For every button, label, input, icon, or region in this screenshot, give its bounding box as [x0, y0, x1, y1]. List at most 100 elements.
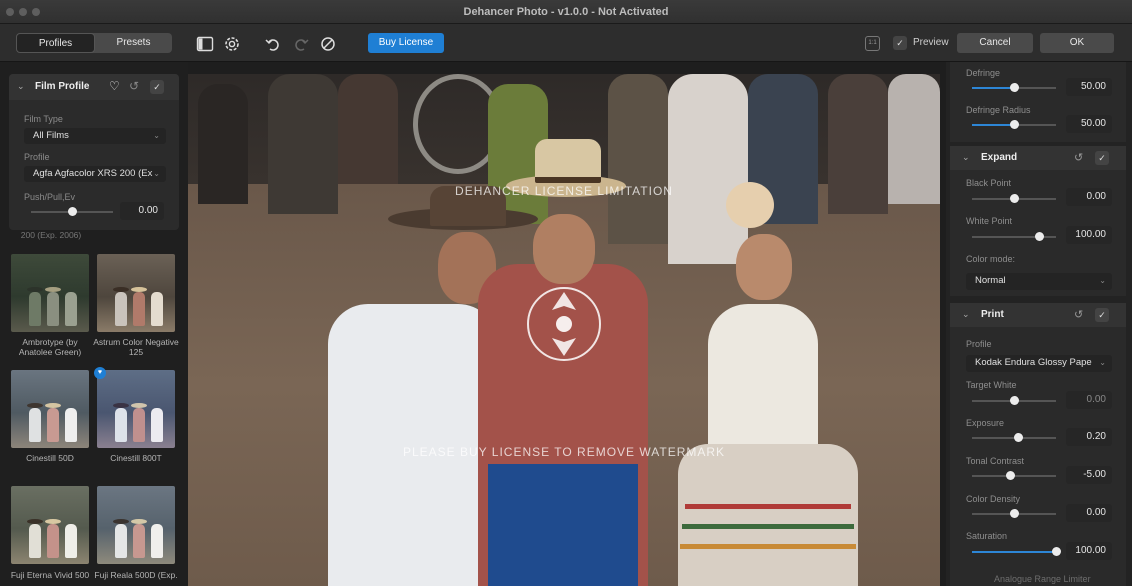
film-type-select[interactable]: All Films ⌄ — [24, 128, 166, 144]
slider-knob[interactable] — [1052, 547, 1061, 556]
reset-icon[interactable]: ↺ — [1074, 308, 1083, 321]
sidebar-toggle-icon[interactable] — [196, 35, 214, 53]
black-point-value[interactable]: 0.00 — [1066, 188, 1112, 206]
slider-knob[interactable] — [1010, 396, 1019, 405]
favorite-heart-icon[interactable]: ♡ — [109, 79, 120, 93]
target-white-value[interactable]: 0.00 — [1066, 391, 1112, 409]
push-pull-value[interactable]: 0.00 — [120, 202, 164, 220]
film-type-label: Film Type — [24, 114, 63, 124]
left-panel: 200 (Exp. 2006) Ambrotype (by Anatolee G… — [0, 62, 188, 586]
black-point-label: Black Point — [966, 178, 1012, 188]
slider-knob[interactable] — [1014, 433, 1024, 442]
film-label: Astrum Color Negative 125 — [93, 337, 179, 357]
chevron-down-icon: ⌄ — [1099, 276, 1106, 285]
film-thumbnail[interactable] — [97, 370, 175, 448]
dehancer-logo-icon — [527, 287, 601, 361]
color-mode-value: Normal — [975, 275, 1006, 286]
reset-all-icon[interactable] — [319, 35, 337, 53]
collapse-chevron-icon[interactable]: ⌄ — [962, 309, 970, 320]
settings-gear-icon[interactable] — [223, 35, 241, 53]
color-mode-label: Color mode: — [966, 254, 1016, 264]
slider-knob[interactable] — [1010, 194, 1019, 203]
color-density-slider[interactable] — [972, 509, 1056, 518]
saturation-value[interactable]: 100.00 — [1066, 542, 1112, 560]
profiles-presets-switch: Profiles Presets — [16, 33, 172, 53]
saturation-slider[interactable] — [972, 547, 1061, 556]
film-label: Fuji Reala 500D (Exp. — [94, 570, 178, 580]
collapse-chevron-icon[interactable]: ⌄ — [17, 81, 25, 92]
undo-icon[interactable] — [264, 35, 282, 53]
reset-icon[interactable]: ↺ — [129, 79, 139, 93]
film-thumbnail[interactable] — [97, 254, 175, 332]
expand-title: Expand — [981, 152, 1018, 163]
white-point-value[interactable]: 100.00 — [1066, 226, 1112, 244]
favorite-badge-icon: ♥ — [94, 367, 106, 379]
preview-checkbox[interactable]: ✓ — [893, 36, 907, 50]
profile-select[interactable]: Agfa Agfacolor XRS 200 (Ex ⌄ — [24, 166, 166, 182]
tonal-contrast-value[interactable]: -5.00 — [1066, 466, 1112, 484]
print-header[interactable]: ⌄ Print ↺ ✓ — [950, 303, 1126, 327]
cancel-button[interactable]: Cancel — [957, 33, 1033, 53]
print-section: Profile Kodak Endura Glossy Pape ⌄ Targe… — [950, 327, 1126, 586]
target-white-slider[interactable] — [972, 396, 1056, 405]
exposure-slider[interactable] — [972, 433, 1056, 442]
defringe-radius-slider[interactable] — [972, 120, 1056, 129]
watermark-bottom-text: PLEASE BUY LICENSE TO REMOVE WATERMARK — [402, 445, 726, 459]
color-mode-select[interactable]: Normal ⌄ — [966, 273, 1112, 290]
profile-label: Profile — [24, 152, 50, 162]
slider-knob[interactable] — [1005, 471, 1015, 480]
photo-preview[interactable]: DEHANCER LICENSE LIMITATION PLEASE BUY L… — [188, 74, 940, 586]
title-bar: Dehancer Photo - v1.0.0 - Not Activated — [0, 0, 1132, 24]
film-profile-header[interactable]: ⌄ Film Profile ♡ ↺ ✓ — [9, 74, 179, 100]
slider-knob[interactable] — [1010, 83, 1019, 92]
film-type-value: All Films — [33, 130, 69, 141]
enable-checkbox[interactable]: ✓ — [1095, 151, 1109, 165]
slider-knob[interactable] — [1035, 232, 1045, 241]
film-label: Fuji Eterna Vivid 500 — [10, 570, 90, 580]
push-pull-slider[interactable] — [31, 207, 113, 216]
enable-checkbox[interactable]: ✓ — [150, 80, 164, 94]
color-density-value[interactable]: 0.00 — [1066, 504, 1112, 522]
enable-checkbox[interactable]: ✓ — [1095, 308, 1109, 322]
film-thumbnail[interactable] — [11, 254, 89, 332]
exposure-value[interactable]: 0.20 — [1066, 428, 1112, 446]
film-thumbnail[interactable] — [11, 370, 89, 448]
film-label: Ambrotype (by Anatolee Green) — [18, 337, 82, 357]
expand-header[interactable]: ⌄ Expand ↺ ✓ — [950, 146, 1126, 170]
film-label: Cinestill 800T — [110, 453, 162, 463]
film-thumbnail[interactable] — [97, 486, 175, 564]
defringe-section: Defringe 50.00 Defringe Radius 50.00 — [950, 62, 1126, 142]
tonal-contrast-label: Tonal Contrast — [966, 456, 1025, 466]
slider-fill — [972, 124, 1014, 126]
film-label: Cinestill 50D — [26, 453, 74, 463]
slider-knob[interactable] — [1010, 120, 1019, 129]
color-density-label: Color Density — [966, 494, 1021, 504]
defringe-value[interactable]: 50.00 — [1066, 78, 1112, 96]
film-thumbnail[interactable] — [11, 486, 89, 564]
analogue-range-limiter-label: Analogue Range Limiter — [994, 574, 1091, 584]
watermark-top-text: DEHANCER LICENSE LIMITATION — [455, 184, 673, 198]
saturation-label: Saturation — [966, 531, 1008, 541]
reset-icon[interactable]: ↺ — [1074, 151, 1083, 164]
defringe-radius-label: Defringe Radius — [966, 105, 1031, 115]
slider-knob[interactable] — [68, 207, 77, 216]
expand-section: Black Point 0.00 White Point 100.00 Colo… — [950, 170, 1126, 296]
defringe-label: Defringe — [966, 68, 1001, 78]
slider-fill — [972, 87, 1014, 89]
print-profile-select[interactable]: Kodak Endura Glossy Pape ⌄ — [966, 355, 1112, 372]
defringe-radius-value[interactable]: 50.00 — [1066, 115, 1112, 133]
white-point-slider[interactable] — [972, 232, 1056, 241]
tab-presets[interactable]: Presets — [95, 33, 172, 53]
slider-knob[interactable] — [1010, 509, 1019, 518]
redo-icon[interactable] — [292, 35, 310, 53]
collapse-chevron-icon[interactable]: ⌄ — [962, 152, 970, 163]
tab-profiles[interactable]: Profiles — [16, 33, 95, 53]
buy-license-button[interactable]: Buy License — [368, 33, 444, 53]
black-point-slider[interactable] — [972, 194, 1056, 203]
print-profile-value: Kodak Endura Glossy Pape — [975, 357, 1092, 368]
defringe-slider[interactable] — [972, 83, 1056, 92]
tonal-contrast-slider[interactable] — [972, 471, 1056, 480]
one-to-one-zoom-button[interactable]: 1:1 — [865, 36, 880, 51]
ok-button[interactable]: OK — [1040, 33, 1114, 53]
slider-fill — [972, 551, 1056, 553]
